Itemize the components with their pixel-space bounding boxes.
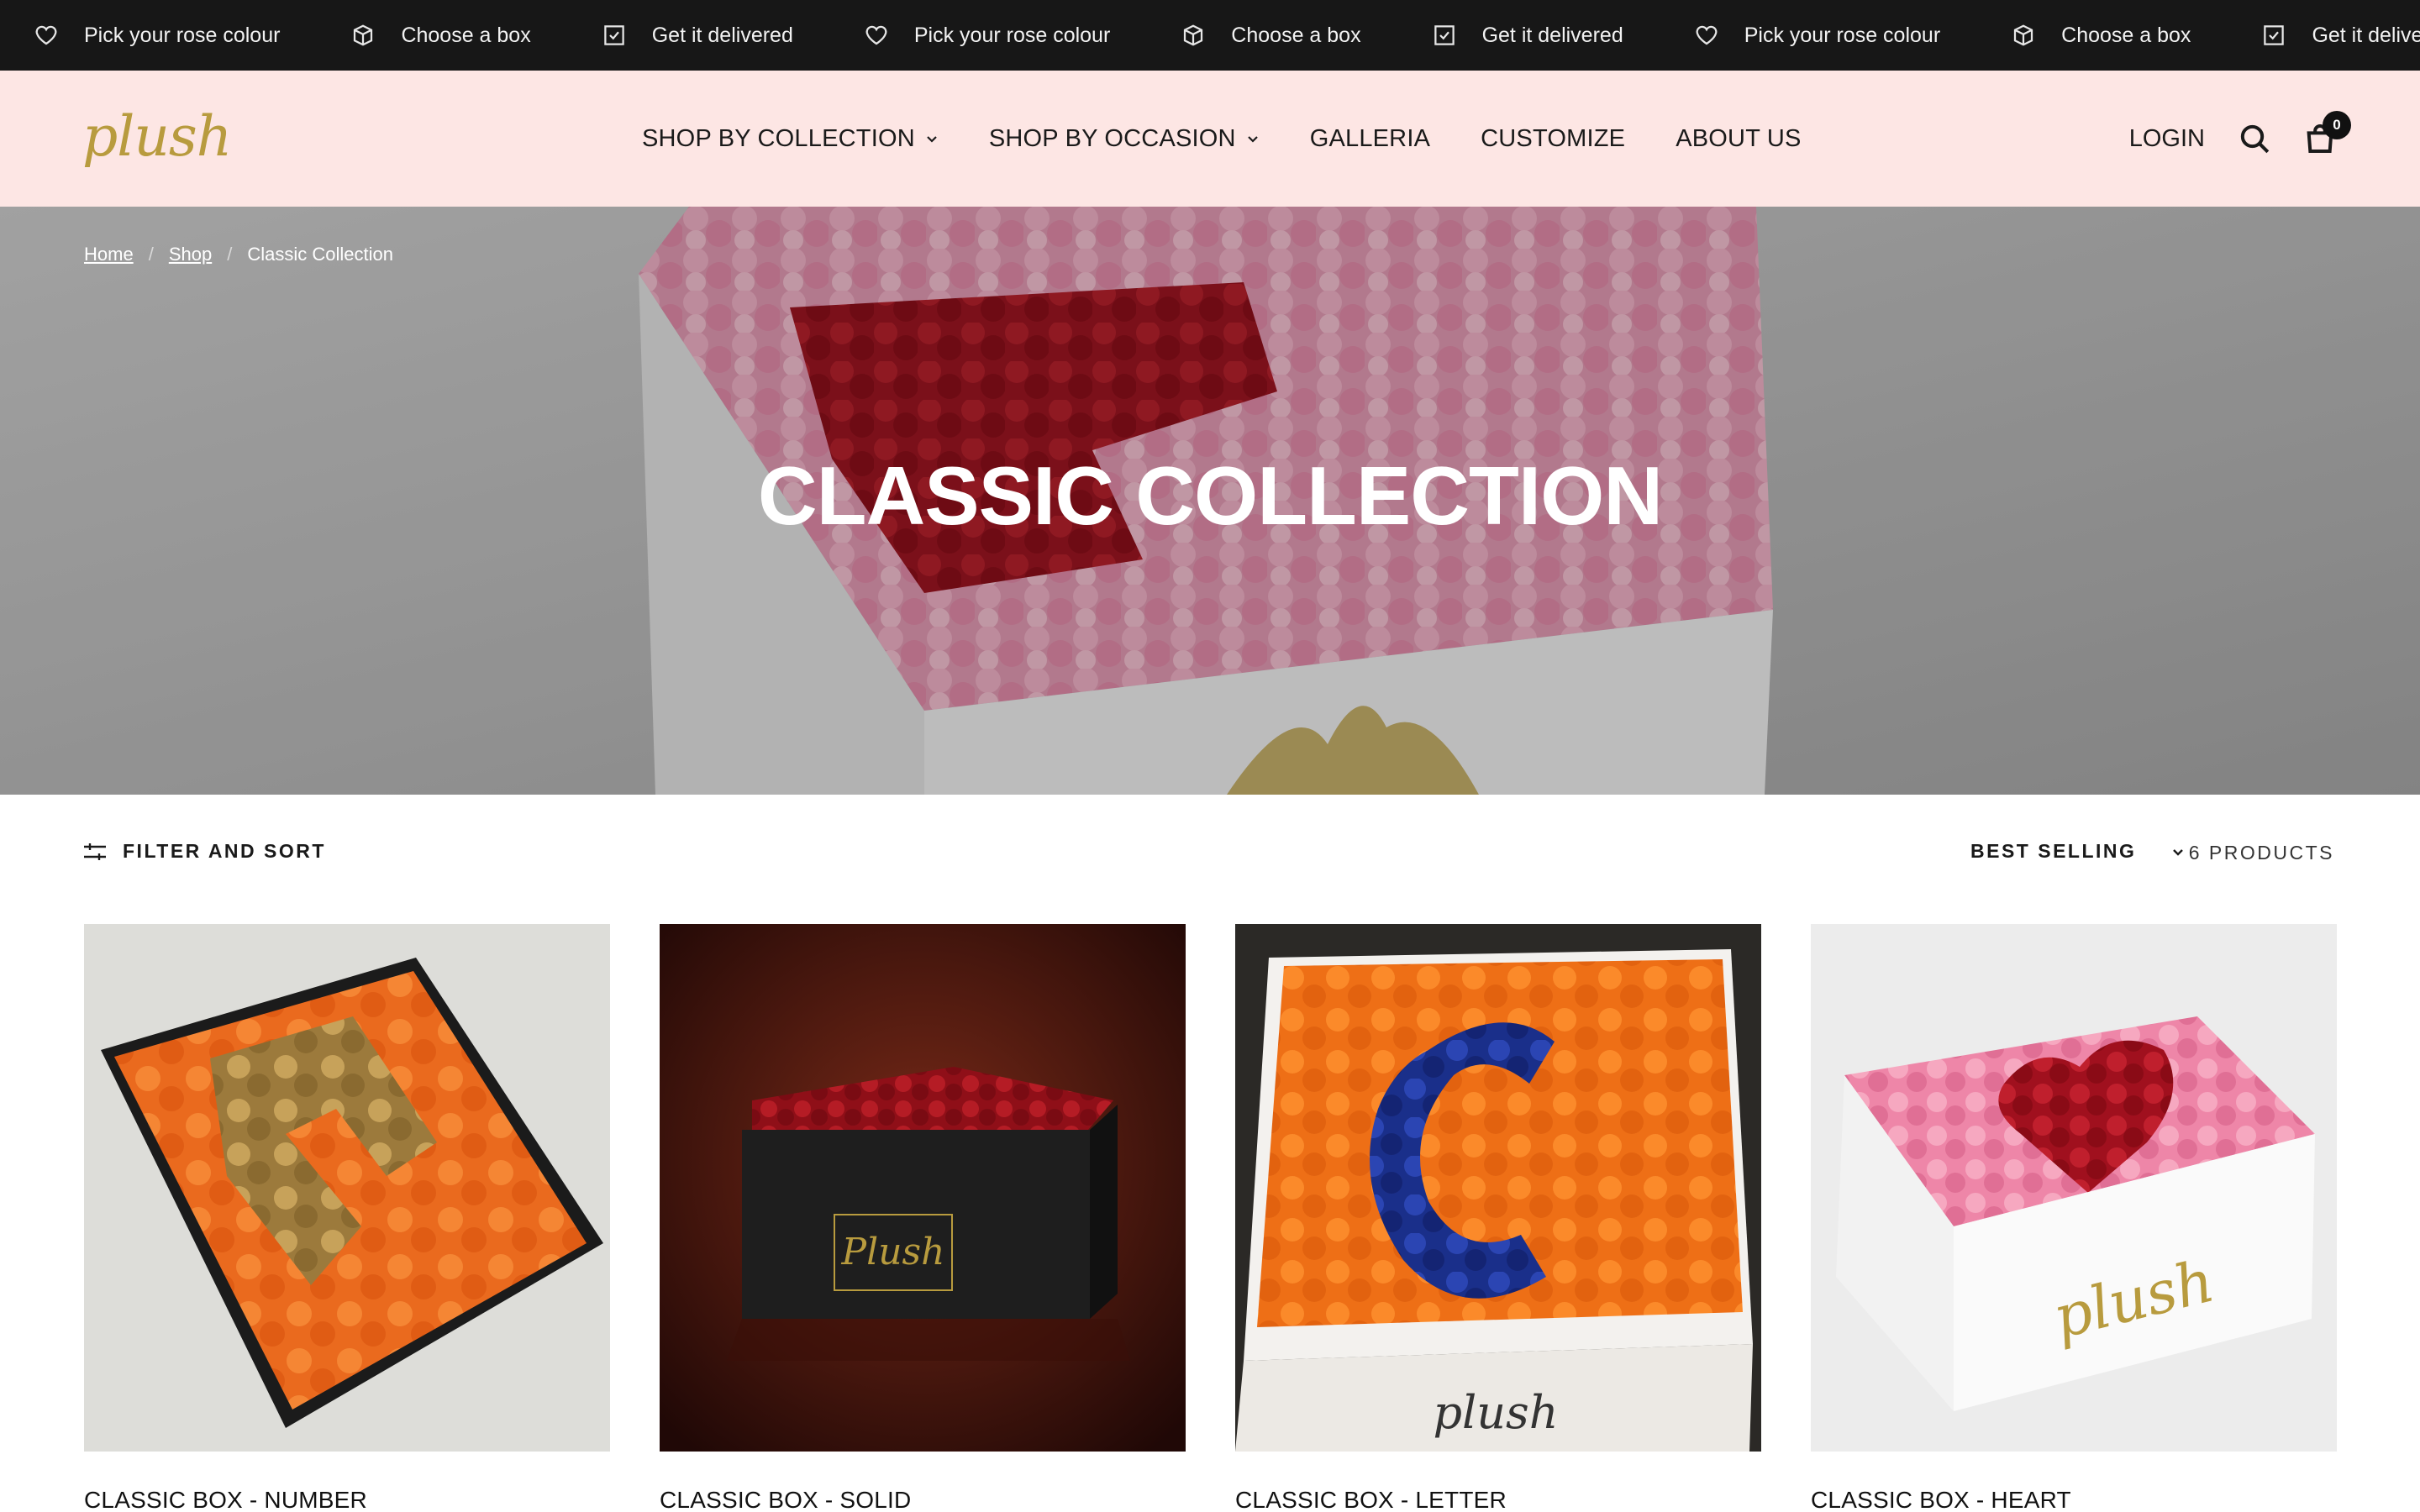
product-image[interactable]: plush [1235, 924, 1761, 1452]
chevron-down-icon [1247, 136, 1258, 143]
announcement-label: Pick your rose colour [1744, 23, 1941, 47]
nav-item-label: SHOP BY OCCASION [988, 124, 1236, 152]
product-photo-number-box [84, 924, 610, 1452]
announcement-label: Get it delivered [2312, 23, 2420, 47]
filter-label: FILTER AND SORT [123, 840, 326, 862]
announcement-item: Choose a box [1181, 23, 1361, 48]
product-card[interactable]: Plush CLASSIC BOX - SOLID [660, 924, 1186, 1512]
announcement-item: Pick your rose colour [1694, 23, 1940, 48]
box-icon [2014, 24, 2033, 46]
page-title: CLASSIC COLLECTION [757, 449, 1663, 542]
announcement-item: Choose a box [2011, 23, 2191, 48]
announcement-label: Get it delivered [1481, 23, 1623, 47]
nav-item-galleria[interactable]: GALLERIA [1310, 125, 1430, 153]
sort-select[interactable]: BEST SELLING [1970, 840, 2185, 863]
cart-count-badge: 0 [2323, 111, 2351, 139]
product-title[interactable]: CLASSIC BOX - SOLID [660, 1487, 1186, 1512]
announcement-item: Get it delivered [1432, 23, 1623, 48]
announcement-label: Get it delivered [651, 23, 793, 47]
announcement-bar: Pick your rose colour Choose a box Get i… [0, 0, 2420, 71]
announcement-track: Pick your rose colour Choose a box Get i… [34, 0, 2420, 71]
nav-item-about-us[interactable]: ABOUT US [1676, 125, 1801, 153]
announcement-label: Choose a box [2061, 23, 2191, 47]
chevron-down-icon [927, 136, 937, 143]
announcement-label: Pick your rose colour [84, 23, 281, 47]
announcement-label: Choose a box [1231, 23, 1361, 47]
heart-icon [35, 25, 57, 45]
login-link[interactable]: LOGIN [2129, 125, 2205, 153]
checkbox-icon [603, 25, 624, 45]
product-card[interactable]: CLASSIC BOX - NUMBER [84, 924, 610, 1512]
collection-toolbar: FILTER AND SORT BEST SELLING 6 PRODUCTS [0, 795, 2420, 879]
sort-value: BEST SELLING [1970, 840, 2137, 862]
product-title[interactable]: CLASSIC BOX - LETTER [1235, 1487, 1761, 1512]
product-title[interactable]: CLASSIC BOX - HEART [1811, 1487, 2337, 1512]
product-image[interactable] [84, 924, 610, 1452]
cart-button[interactable]: 0 [2302, 111, 2351, 156]
product-title[interactable]: CLASSIC BOX - NUMBER [84, 1487, 610, 1512]
product-photo-solid-box: Plush [660, 924, 1186, 1452]
site-header: plush SHOP BY COLLECTION SHOP BY OCCASIO… [0, 71, 2420, 207]
svg-text:Plush: Plush [841, 1231, 945, 1273]
breadcrumb: Home / Shop / Classic Collection [84, 244, 393, 265]
product-photo-heart-box: plush [1811, 924, 2337, 1452]
product-count: 6 PRODUCTS [2188, 842, 2334, 864]
nav-item-label: GALLERIA [1309, 124, 1431, 152]
nav-item-customize[interactable]: CUSTOMIZE [1481, 125, 1625, 153]
filter-and-sort-button[interactable]: FILTER AND SORT [82, 840, 326, 863]
announcement-item: Pick your rose colour [864, 23, 1110, 48]
checkbox-icon [2264, 25, 2285, 45]
breadcrumb-current: Classic Collection [247, 244, 393, 265]
product-image[interactable]: Plush [660, 924, 1186, 1452]
search-icon [2240, 124, 2270, 154]
collection-hero: Home / Shop / Classic Collection CLASSIC… [0, 207, 2420, 795]
checkbox-icon [1434, 25, 1455, 45]
search-button[interactable] [2237, 121, 2272, 156]
heart-icon [1696, 25, 1718, 45]
product-card[interactable]: plush CLASSIC BOX - LETTER [1235, 924, 1761, 1512]
nav-item-label: ABOUT US [1676, 124, 1802, 152]
sliders-icon [84, 843, 106, 860]
chevron-down-icon [2173, 848, 2184, 856]
announcement-item: Choose a box [350, 23, 531, 48]
nav-item-shop-by-occasion[interactable]: SHOP BY OCCASION [989, 125, 1260, 153]
box-icon [354, 24, 373, 46]
svg-text:plush: plush [1433, 1386, 1558, 1439]
breadcrumb-separator: / [227, 244, 233, 265]
nav-item-label: SHOP BY COLLECTION [642, 124, 915, 152]
product-card[interactable]: plush CLASSIC BOX - HEART [1811, 924, 2337, 1512]
box-icon [1184, 24, 1203, 46]
nav-item-label: CUSTOMIZE [1481, 124, 1626, 152]
product-image[interactable]: plush [1811, 924, 2337, 1452]
announcement-label: Pick your rose colour [913, 23, 1111, 47]
nav-item-shop-by-collection[interactable]: SHOP BY COLLECTION [642, 125, 939, 153]
header-actions: LOGIN 0 [2129, 71, 2351, 207]
announcement-item: Get it delivered [602, 23, 793, 48]
announcement-label: Choose a box [401, 23, 531, 47]
announcement-item: Pick your rose colour [34, 23, 280, 48]
heart-icon [865, 25, 887, 45]
site-logo[interactable]: plush [82, 104, 232, 169]
main-nav: SHOP BY COLLECTION SHOP BY OCCASION GALL… [642, 71, 1852, 207]
breadcrumb-shop[interactable]: Shop [169, 244, 212, 265]
announcement-item: Get it delivered [2261, 23, 2420, 48]
breadcrumb-separator: / [148, 244, 154, 265]
breadcrumb-home[interactable]: Home [84, 244, 134, 265]
product-photo-letter-box: plush [1235, 924, 1761, 1452]
